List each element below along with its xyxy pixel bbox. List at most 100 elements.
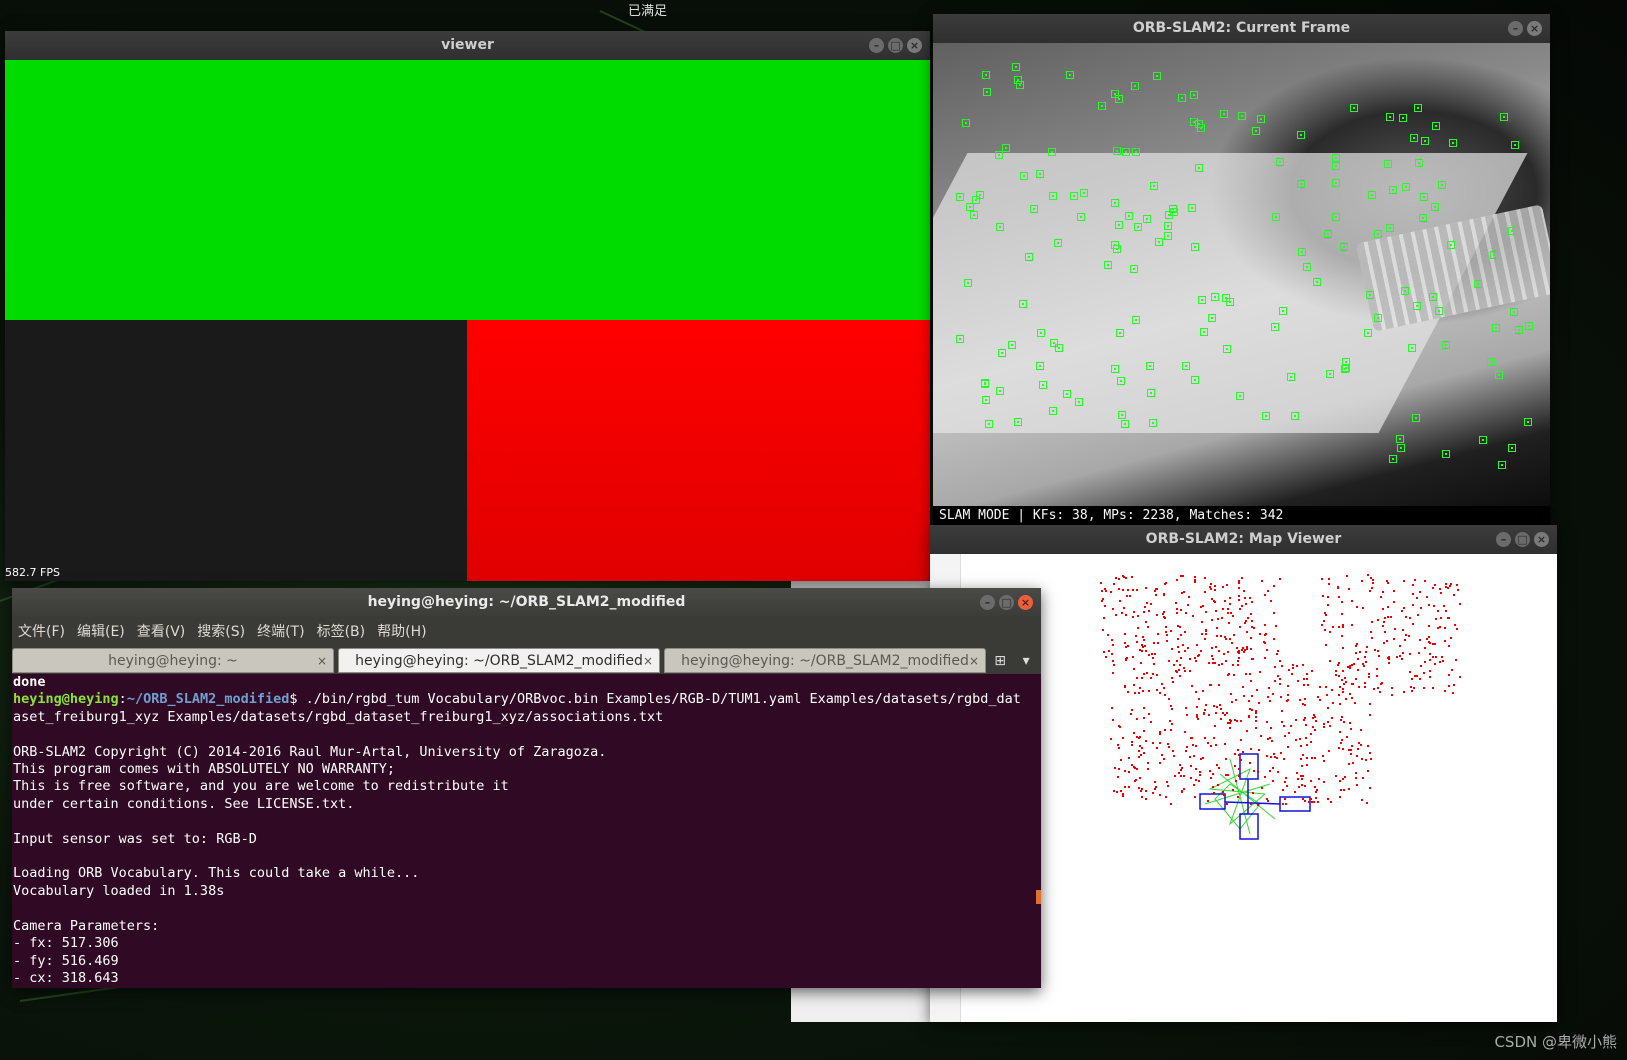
map-point bbox=[1306, 763, 1309, 766]
maximize-icon[interactable]: □ bbox=[888, 38, 903, 53]
map-point bbox=[1165, 639, 1168, 642]
menu-file[interactable]: 文件(F) bbox=[18, 617, 65, 647]
menu-edit[interactable]: 编辑(E) bbox=[77, 617, 125, 647]
minimize-icon[interactable]: – bbox=[1508, 21, 1523, 36]
map-point bbox=[1243, 589, 1246, 592]
map-point bbox=[1156, 642, 1159, 645]
map-point bbox=[1122, 792, 1125, 795]
current-frame-titlebar[interactable]: ORB-SLAM2: Current Frame – × bbox=[933, 14, 1550, 43]
orb-keypoint-marker bbox=[1190, 376, 1199, 385]
map-point bbox=[1253, 769, 1256, 772]
map-point bbox=[1293, 790, 1296, 793]
minimize-icon[interactable]: – bbox=[869, 38, 884, 53]
minimize-icon[interactable]: – bbox=[1496, 532, 1511, 547]
menu-help[interactable]: 帮助(H) bbox=[377, 617, 426, 647]
close-icon[interactable]: × bbox=[1534, 532, 1549, 547]
map-point bbox=[1176, 625, 1179, 628]
orb-keypoint-marker bbox=[1152, 71, 1161, 80]
map-point bbox=[1424, 647, 1427, 650]
map-point bbox=[1317, 801, 1320, 804]
orb-keypoint-marker bbox=[956, 335, 965, 344]
orb-keypoint-marker bbox=[1222, 293, 1231, 302]
map-point bbox=[1281, 720, 1284, 723]
map-point bbox=[1272, 611, 1275, 614]
map-point bbox=[1415, 596, 1418, 599]
orb-keypoint-marker bbox=[1035, 169, 1044, 178]
menu-view[interactable]: 查看(V) bbox=[137, 617, 186, 647]
close-icon[interactable]: × bbox=[1527, 21, 1542, 36]
map-point bbox=[1378, 690, 1381, 693]
close-icon[interactable]: × bbox=[1018, 595, 1033, 610]
new-tab-icon[interactable]: ⊞ bbox=[994, 653, 1006, 669]
viewer-titlebar[interactable]: viewer – □ × bbox=[5, 31, 930, 60]
close-tab-icon[interactable]: × bbox=[643, 649, 653, 674]
map-point bbox=[1151, 657, 1154, 660]
orb-keypoint-marker bbox=[1419, 214, 1428, 223]
map-point bbox=[1428, 653, 1431, 656]
close-tab-icon[interactable]: × bbox=[969, 649, 979, 674]
map-point bbox=[1181, 575, 1184, 578]
minimize-icon[interactable]: – bbox=[980, 595, 995, 610]
map-point bbox=[1230, 611, 1233, 614]
tab-home[interactable]: heying@heying: ~ × bbox=[12, 648, 334, 673]
menu-terminal[interactable]: 终端(T) bbox=[257, 617, 304, 647]
map-point bbox=[1443, 689, 1446, 692]
map-point bbox=[1193, 657, 1196, 660]
map-viewer-titlebar[interactable]: ORB-SLAM2: Map Viewer – □ × bbox=[930, 525, 1557, 554]
map-point bbox=[1123, 633, 1126, 636]
close-tab-icon[interactable]: × bbox=[317, 649, 327, 674]
map-point bbox=[1263, 624, 1266, 627]
map-point bbox=[1226, 673, 1229, 676]
map-point bbox=[1180, 575, 1183, 578]
close-icon[interactable]: × bbox=[907, 38, 922, 53]
orb-keypoint-marker bbox=[1298, 248, 1307, 257]
scrollbar-marker[interactable] bbox=[1036, 890, 1041, 904]
map-point bbox=[1139, 649, 1142, 652]
map-point bbox=[1104, 605, 1107, 608]
map-point bbox=[1147, 609, 1150, 612]
maximize-icon[interactable]: □ bbox=[1515, 532, 1530, 547]
map-point bbox=[1134, 634, 1137, 637]
map-point bbox=[1246, 648, 1249, 651]
orb-keypoint-marker bbox=[1413, 104, 1422, 113]
orb-keypoint-marker bbox=[1408, 344, 1417, 353]
map-point bbox=[1167, 785, 1170, 788]
map-point bbox=[1210, 683, 1213, 686]
map-point bbox=[1154, 786, 1157, 789]
map-point bbox=[1338, 796, 1341, 799]
terminal-output[interactable]: done heying@heying:~/ORB_SLAM2_modified$… bbox=[13, 674, 1028, 987]
map-point bbox=[1127, 644, 1130, 647]
map-point bbox=[1249, 803, 1252, 806]
map-point bbox=[1273, 666, 1276, 669]
orb-keypoint-marker bbox=[1251, 127, 1260, 136]
tab-label: heying@heying: ~/ORB_SLAM2_modified bbox=[355, 653, 643, 669]
orb-keypoint-marker bbox=[1402, 183, 1411, 192]
map-point bbox=[1174, 670, 1177, 673]
map-point bbox=[1356, 606, 1359, 609]
map-point bbox=[1329, 801, 1332, 804]
maximize-icon[interactable]: □ bbox=[999, 595, 1014, 610]
map-point bbox=[1379, 596, 1382, 599]
map-point bbox=[1439, 661, 1442, 663]
map-point bbox=[1213, 600, 1216, 603]
map-point bbox=[1288, 669, 1291, 672]
map-point bbox=[1164, 631, 1167, 634]
map-point bbox=[1249, 637, 1252, 640]
map-point bbox=[1204, 577, 1207, 580]
terminal-titlebar[interactable]: heying@heying: ~/ORB_SLAM2_modified – □ … bbox=[12, 588, 1041, 617]
map-point bbox=[1317, 778, 1320, 781]
orb-keypoint-marker bbox=[1013, 76, 1022, 85]
tab-menu-chevron-down-icon[interactable]: ▾ bbox=[1023, 653, 1030, 669]
map-point bbox=[1175, 659, 1178, 662]
tab-orb-slam-active[interactable]: heying@heying: ~/ORB_SLAM2_modified × bbox=[338, 648, 660, 673]
map-point bbox=[1184, 731, 1187, 734]
map-point bbox=[1181, 644, 1184, 647]
menu-search[interactable]: 搜索(S) bbox=[197, 617, 245, 647]
menu-tabs[interactable]: 标签(B) bbox=[317, 617, 366, 647]
tab-orb-slam[interactable]: heying@heying: ~/ORB_SLAM2_modified × bbox=[664, 648, 986, 673]
orb-keypoint-marker bbox=[1296, 179, 1305, 188]
map-point bbox=[1331, 716, 1334, 719]
map-point bbox=[1212, 658, 1215, 661]
map-point bbox=[1368, 675, 1371, 678]
orb-keypoint-marker bbox=[1036, 329, 1045, 338]
